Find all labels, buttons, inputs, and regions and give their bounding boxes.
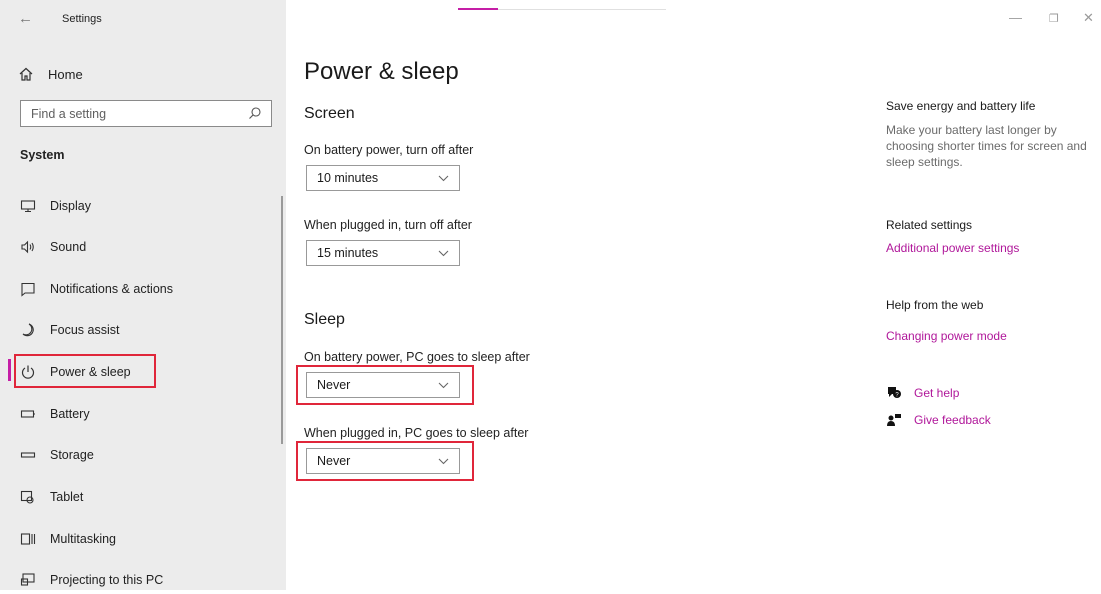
sound-icon: [20, 239, 36, 255]
screen-plugged-dropdown[interactable]: 15 minutes: [306, 240, 460, 266]
battery-icon: [20, 406, 36, 422]
search-input[interactable]: Find a setting: [20, 100, 272, 127]
sleep-heading: Sleep: [304, 311, 345, 328]
sidebar-item-battery[interactable]: Battery: [20, 400, 90, 428]
sidebar-item-notifications[interactable]: Notifications & actions: [20, 275, 173, 303]
minimize-button[interactable]: —: [1009, 10, 1022, 25]
sidebar-item-multitasking[interactable]: Multitasking: [20, 525, 116, 553]
sidebar-item-focus-assist[interactable]: Focus assist: [20, 316, 119, 344]
get-help-label: Get help: [914, 386, 960, 400]
top-accent-line: [458, 8, 498, 10]
active-indicator: [8, 359, 11, 381]
section-label-system: System: [20, 148, 65, 162]
home-nav-item[interactable]: Home: [18, 64, 83, 84]
screen-battery-label: On battery power, turn off after: [304, 143, 474, 157]
projecting-icon: [20, 572, 36, 588]
sleep-battery-highlight-box: [296, 365, 474, 405]
home-icon: [19, 67, 33, 81]
sleep-battery-label: On battery power, PC goes to sleep after: [304, 350, 530, 364]
sidebar-item-label: Display: [50, 199, 91, 213]
page-title: Power & sleep: [304, 58, 459, 85]
notifications-icon: [20, 281, 36, 297]
chevron-down-icon: [438, 250, 449, 256]
chevron-down-icon: [438, 175, 449, 181]
sidebar-item-display[interactable]: Display: [20, 192, 91, 220]
focus-assist-icon: [20, 322, 36, 338]
sleep-plugged-label: When plugged in, PC goes to sleep after: [304, 426, 529, 440]
screen-heading: Screen: [304, 105, 355, 122]
sidebar-item-label: Notifications & actions: [50, 282, 173, 296]
sidebar-item-label: Focus assist: [50, 323, 120, 337]
dropdown-value: 10 minutes: [317, 171, 379, 185]
feedback-icon: [886, 413, 904, 427]
sidebar-item-label: Storage: [50, 448, 94, 462]
give-feedback-link[interactable]: Give feedback: [886, 413, 991, 427]
changing-power-mode-link[interactable]: Changing power mode: [886, 329, 1007, 343]
dropdown-value: 15 minutes: [317, 246, 379, 260]
sidebar-item-sound[interactable]: Sound: [20, 233, 86, 261]
give-feedback-label: Give feedback: [914, 413, 991, 427]
home-label: Home: [48, 66, 83, 82]
search-icon: [249, 107, 261, 119]
sidebar-item-label: Multitasking: [50, 532, 116, 546]
power-sleep-highlight-box: [14, 354, 156, 388]
get-help-icon: ?: [886, 386, 904, 400]
save-energy-text: Make your battery last longer by choosin…: [886, 123, 1087, 169]
sidebar-item-tablet[interactable]: Tablet: [20, 483, 83, 511]
window-title: Settings: [62, 13, 102, 25]
sidebar-item-storage[interactable]: Storage: [20, 441, 94, 469]
close-button[interactable]: ✕: [1083, 10, 1094, 26]
storage-icon: [20, 447, 36, 463]
additional-power-settings-link[interactable]: Additional power settings: [886, 241, 1019, 255]
get-help-link[interactable]: ? Get help: [886, 386, 959, 400]
help-from-web-title: Help from the web: [886, 298, 984, 312]
tablet-icon: [20, 489, 36, 505]
search-placeholder: Find a setting: [31, 106, 107, 121]
restore-button[interactable]: ❐: [1049, 12, 1059, 25]
sidebar: ← Settings Home Find a setting System Di…: [0, 0, 286, 590]
sleep-plugged-highlight-box: [296, 441, 474, 481]
display-icon: [20, 198, 36, 214]
sidebar-item-label: Sound: [50, 240, 87, 254]
screen-plugged-label: When plugged in, turn off after: [304, 218, 472, 232]
screen-battery-dropdown[interactable]: 10 minutes: [306, 165, 460, 191]
sidebar-item-label: Projecting to this PC: [50, 573, 164, 587]
related-settings-title: Related settings: [886, 218, 973, 232]
sidebar-item-label: Tablet: [50, 490, 84, 504]
multitasking-icon: [20, 531, 36, 547]
back-arrow-icon[interactable]: ←: [18, 10, 33, 28]
save-energy-title: Save energy and battery life: [886, 99, 1036, 113]
sidebar-scrollbar[interactable]: [281, 196, 283, 444]
sidebar-item-label: Battery: [50, 407, 90, 421]
